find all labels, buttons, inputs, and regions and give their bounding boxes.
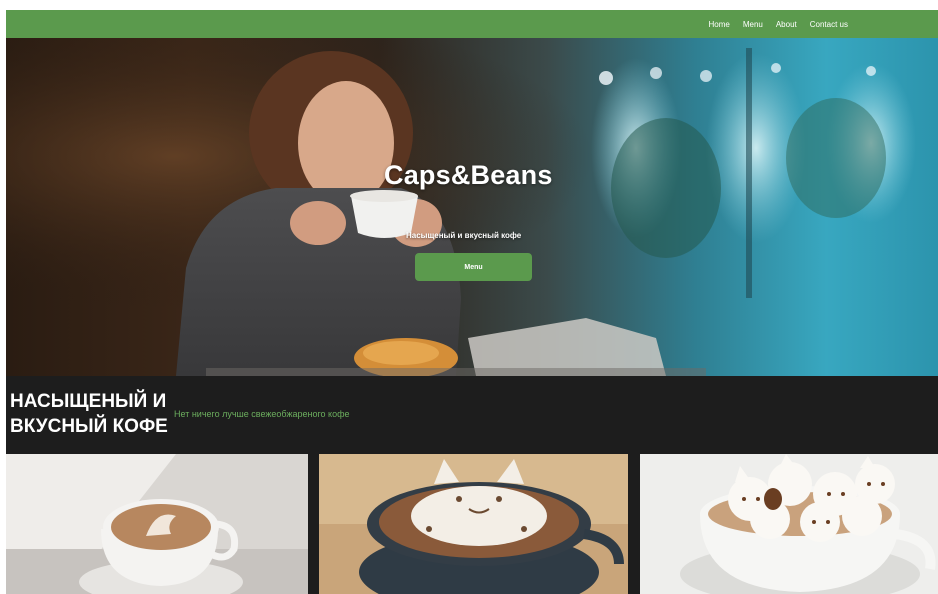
nav-link-about[interactable]: About	[776, 20, 797, 29]
tagline-heading: НАСЫЩЕНЫЙ И ВКУСНЫЙ КОФЕ	[10, 391, 168, 437]
nav-link-contact[interactable]: Contact us	[810, 20, 848, 29]
hero-section: Caps&Beans Насыщеный и вкусный кофе Menu	[6, 38, 938, 376]
page: Home Menu About Contact us Caps&Beans На…	[6, 10, 938, 594]
nav-link-menu[interactable]: Menu	[743, 20, 763, 29]
coffee-card-latte-art[interactable]	[6, 454, 308, 594]
tagline-text: Нет ничего лучше свежеобжареного кофе	[174, 409, 350, 419]
marshmallow-cats-image	[640, 454, 938, 594]
nav-links: Home Menu About Contact us	[708, 10, 848, 38]
hero-background-image	[6, 38, 938, 376]
nav-link-home[interactable]: Home	[708, 20, 729, 29]
coffee-card-marshmallow-cats[interactable]	[640, 454, 938, 594]
top-navbar: Home Menu About Contact us	[6, 10, 938, 38]
hero-menu-button[interactable]: Menu	[415, 253, 532, 281]
hero-title: Caps&Beans	[384, 160, 553, 190]
coffee-card-cat-foam[interactable]	[319, 454, 628, 594]
coffee-cards-row	[6, 454, 938, 594]
cat-foam-coffee-image	[319, 454, 628, 594]
hero-subtitle: Насыщеный и вкусный кофе	[406, 231, 522, 240]
latte-art-image	[6, 454, 308, 594]
tagline-section: НАСЫЩЕНЫЙ И ВКУСНЫЙ КОФЕ Нет ничего лучш…	[6, 376, 938, 454]
